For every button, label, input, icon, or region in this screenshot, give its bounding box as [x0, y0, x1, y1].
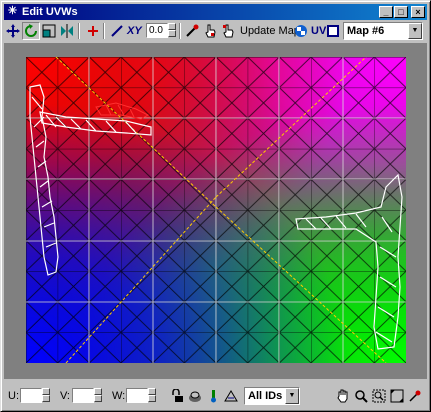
- window-title: Edit UVWs: [22, 6, 78, 18]
- show-map-button[interactable]: [324, 22, 342, 40]
- lock-selection-tool[interactable]: [168, 387, 186, 405]
- hand-pointer-2-tool[interactable]: [219, 22, 237, 40]
- v-label: V:: [60, 390, 70, 402]
- freeze-icon: [211, 390, 216, 403]
- hand-pointer-2-icon: [223, 24, 234, 38]
- add-point-icon: [88, 26, 98, 36]
- eyedropper-tool[interactable]: [183, 22, 201, 40]
- freeze-tool[interactable]: [204, 387, 222, 405]
- chevron-down-icon[interactable]: ▼: [408, 23, 422, 39]
- scale-tool[interactable]: [40, 22, 58, 40]
- texture-options-icon: [409, 390, 421, 402]
- hide-tool[interactable]: [186, 387, 204, 405]
- u-label: U:: [8, 390, 19, 402]
- toolbar-separator: [103, 23, 105, 39]
- zoom-region-tool[interactable]: [370, 387, 388, 405]
- hand-pointer-icon: [205, 24, 216, 38]
- update-map-button[interactable]: Update Map: [240, 24, 300, 38]
- value-spinner[interactable]: [168, 23, 176, 38]
- uv-texture-canvas[interactable]: [26, 57, 406, 363]
- asterisk-icon: ✳: [7, 5, 18, 17]
- u-input[interactable]: [20, 388, 42, 403]
- line-tool[interactable]: [108, 22, 126, 40]
- top-toolbar: XY 0.0 Update Map UV Map #6 ▼: [4, 21, 427, 41]
- close-button[interactable]: ×: [411, 6, 425, 18]
- w-label: W:: [112, 390, 126, 402]
- title-bar: ✳ Edit UVWs _ □ ×: [4, 4, 427, 20]
- eyedropper-icon: [186, 24, 199, 37]
- mirror-icon: [61, 24, 73, 38]
- line-icon: [111, 25, 123, 37]
- filter-icon: [224, 390, 238, 402]
- toolbar-separator: [179, 23, 181, 39]
- w-input[interactable]: [126, 388, 148, 403]
- zoom-extents-icon: [390, 389, 404, 403]
- ids-select[interactable]: All IDs ▼: [244, 387, 300, 405]
- w-spinner[interactable]: [148, 388, 156, 403]
- value-input[interactable]: 0.0: [146, 23, 168, 38]
- filter-tool[interactable]: [222, 387, 240, 405]
- hide-icon: [189, 391, 201, 402]
- lock-icon: [172, 389, 183, 402]
- xy-button[interactable]: XY: [127, 24, 142, 38]
- zoom-tool[interactable]: [352, 387, 370, 405]
- chevron-down-icon[interactable]: ▼: [285, 388, 299, 404]
- map-select-value: Map #6: [347, 25, 385, 37]
- move-icon: [6, 24, 20, 38]
- uv-grid-overlay: [26, 57, 406, 363]
- zoom-icon: [355, 390, 368, 403]
- zoom-extents-tool[interactable]: [388, 387, 406, 405]
- move-tool[interactable]: [4, 22, 22, 40]
- ids-select-value: All IDs: [248, 390, 283, 402]
- scale-icon: [42, 24, 56, 38]
- mirror-tool[interactable]: [58, 22, 76, 40]
- v-input[interactable]: [72, 388, 94, 403]
- show-map-icon: [327, 25, 339, 37]
- u-spinner[interactable]: [42, 388, 50, 403]
- add-point-tool[interactable]: [84, 22, 102, 40]
- pan-hand-icon: [337, 389, 348, 403]
- checker-map-icon: [295, 25, 307, 37]
- toolbar-separator: [78, 23, 80, 39]
- checker-map-button[interactable]: [292, 22, 310, 40]
- bottom-toolbar: U: V: W: All IDs ▼: [4, 383, 427, 409]
- rotate-icon: [25, 24, 37, 37]
- uv-viewport[interactable]: [4, 43, 427, 379]
- texture-options-tool[interactable]: [406, 387, 424, 405]
- maximize-button[interactable]: □: [394, 6, 408, 18]
- map-select[interactable]: Map #6 ▼: [343, 22, 423, 40]
- v-spinner[interactable]: [94, 388, 102, 403]
- edit-uvws-window: ✳ Edit UVWs _ □ × XY 0.0 Update Map UV M…: [0, 0, 431, 412]
- hand-pointer-tool[interactable]: [201, 22, 219, 40]
- pan-tool[interactable]: [334, 387, 352, 405]
- minimize-button[interactable]: _: [379, 6, 393, 18]
- rotate-tool[interactable]: [22, 22, 40, 40]
- zoom-region-icon: [372, 389, 386, 403]
